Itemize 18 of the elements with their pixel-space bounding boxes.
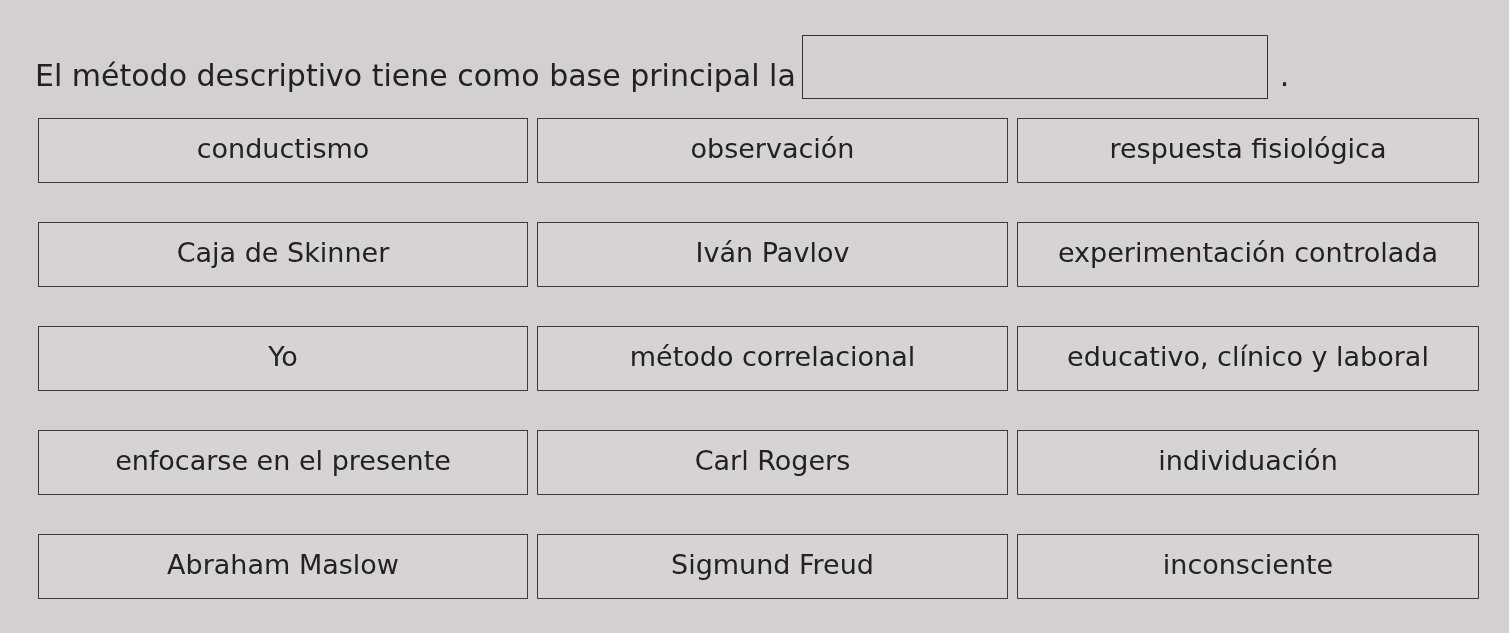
answer-option[interactable]: método correlacional [537,326,1008,391]
period-text: . [1279,58,1290,94]
answer-option[interactable]: Abraham Maslow [38,534,528,599]
question-text: El método descriptivo tiene como base principal la [35,58,796,94]
answer-box[interactable] [801,35,1268,99]
answer-option[interactable]: enfocarse en el presente [38,430,528,495]
answer-option[interactable]: Yo [38,326,528,391]
answer-option[interactable]: educativo, clínico y laboral [1017,326,1479,391]
answer-option[interactable]: respuesta fisiológica [1017,118,1479,183]
answer-option[interactable]: conductismo [38,118,528,183]
answer-option[interactable]: observación [537,118,1008,183]
answer-option[interactable]: Iván Pavlov [537,222,1008,287]
answer-option[interactable]: Carl Rogers [537,430,1008,495]
answer-option[interactable]: Sigmund Freud [537,534,1008,599]
answer-option[interactable]: inconsciente [1017,534,1479,599]
answer-option[interactable]: experimentación controlada [1017,222,1479,287]
answer-option[interactable]: Caja de Skinner [38,222,528,287]
answer-option[interactable]: individuación [1017,430,1479,495]
